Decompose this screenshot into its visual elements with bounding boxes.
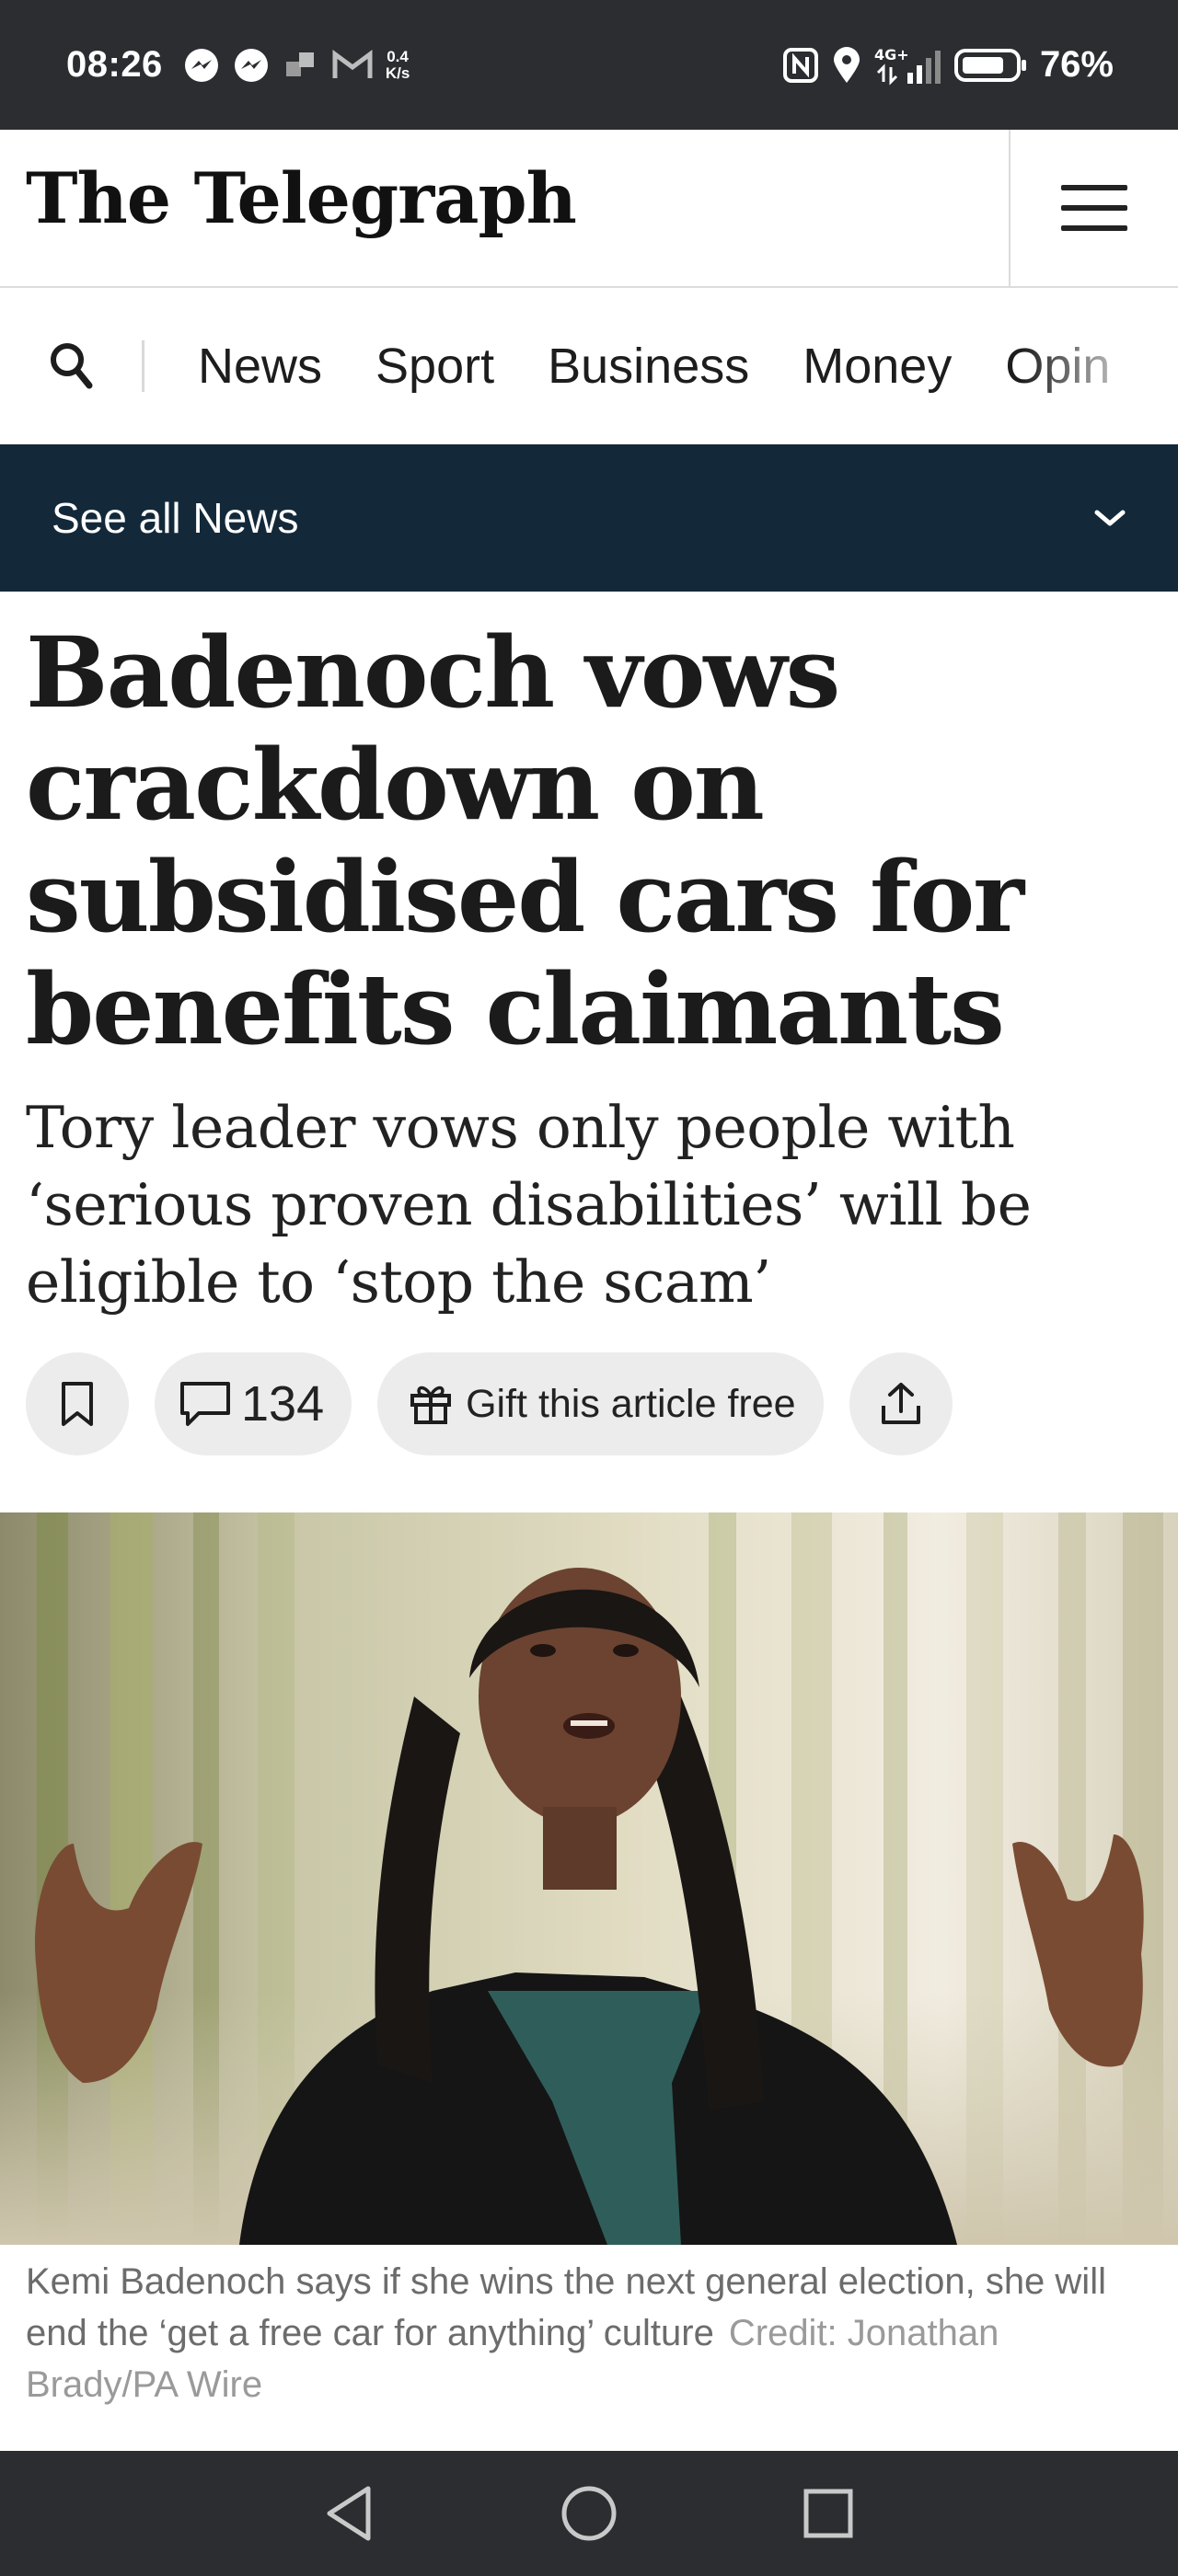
recents-icon [803,2489,853,2538]
network-speed-value: 0.4 [387,47,409,65]
system-navigation-bar [0,2451,1178,2576]
app-notification-icon [283,47,319,84]
article-actions: 134 Gift this article free [26,1352,953,1455]
signal-icon: 4G+ [874,45,941,86]
nav-item-sport[interactable]: Sport [375,338,494,395]
network-type-label: 4G+ [874,46,909,63]
gift-article-button[interactable]: Gift this article free [377,1352,824,1455]
see-all-news-dropdown[interactable]: See all News [0,444,1178,592]
nav-item-money[interactable]: Money [803,338,952,395]
battery-percentage: 76% [1039,44,1114,85]
nav-item-business[interactable]: Business [548,338,749,395]
article-standfirst: Tory leader vows only people with ‘serio… [26,1094,1032,1316]
hero-photo [0,1512,1178,2245]
network-speed: 0.4 K/s [385,47,410,82]
article-headline: Badenoch vows crackdown on subsidised ca… [26,615,1024,1066]
article-hero-image[interactable] [0,1512,1178,2245]
battery-icon [953,47,1027,84]
comments-count: 134 [241,1376,325,1432]
share-button[interactable] [849,1352,953,1455]
bookmark-button[interactable] [26,1352,129,1455]
gift-article-label: Gift this article free [466,1381,796,1426]
see-all-label: See all News [52,494,299,542]
status-left: 08:26 0.4 K/s [66,44,410,86]
section-nav-items: News Sport Business Money Opin [198,338,1110,395]
menu-button[interactable] [1011,130,1178,286]
status-time: 08:26 [66,44,163,85]
network-speed-unit: K/s [385,63,410,82]
nfc-icon [782,47,819,84]
masthead: The Telegraph [0,130,1178,288]
bookmark-icon [62,1382,93,1426]
back-button[interactable] [313,2477,387,2550]
status-right: 4G+ 76% [782,44,1114,86]
search-icon [51,343,93,389]
home-icon [561,2486,617,2541]
recents-button[interactable] [791,2477,865,2550]
telegraph-logo[interactable]: The Telegraph [26,157,577,239]
comments-button[interactable]: 134 [155,1352,352,1455]
messenger-icon [233,47,270,84]
image-caption: Kemi Badenoch says if she wins the next … [26,2256,1154,2410]
search-button[interactable] [26,320,118,412]
share-icon [881,1383,920,1424]
comment-icon [180,1382,230,1426]
status-bar: 08:26 0.4 K/s 4G+ 76% [0,0,1178,130]
back-icon [327,2486,371,2541]
home-button[interactable] [552,2477,626,2550]
nav-item-news[interactable]: News [198,338,322,395]
chevron-down-icon [1094,510,1126,526]
location-icon [832,46,861,85]
hamburger-menu-icon [1061,185,1127,231]
nav-separator [142,340,144,392]
section-nav: News Sport Business Money Opin [0,288,1178,444]
nav-item-opinion[interactable]: Opin [1005,338,1110,395]
messenger-icon [183,47,220,84]
gmail-icon [332,49,373,82]
gift-icon [410,1386,452,1424]
